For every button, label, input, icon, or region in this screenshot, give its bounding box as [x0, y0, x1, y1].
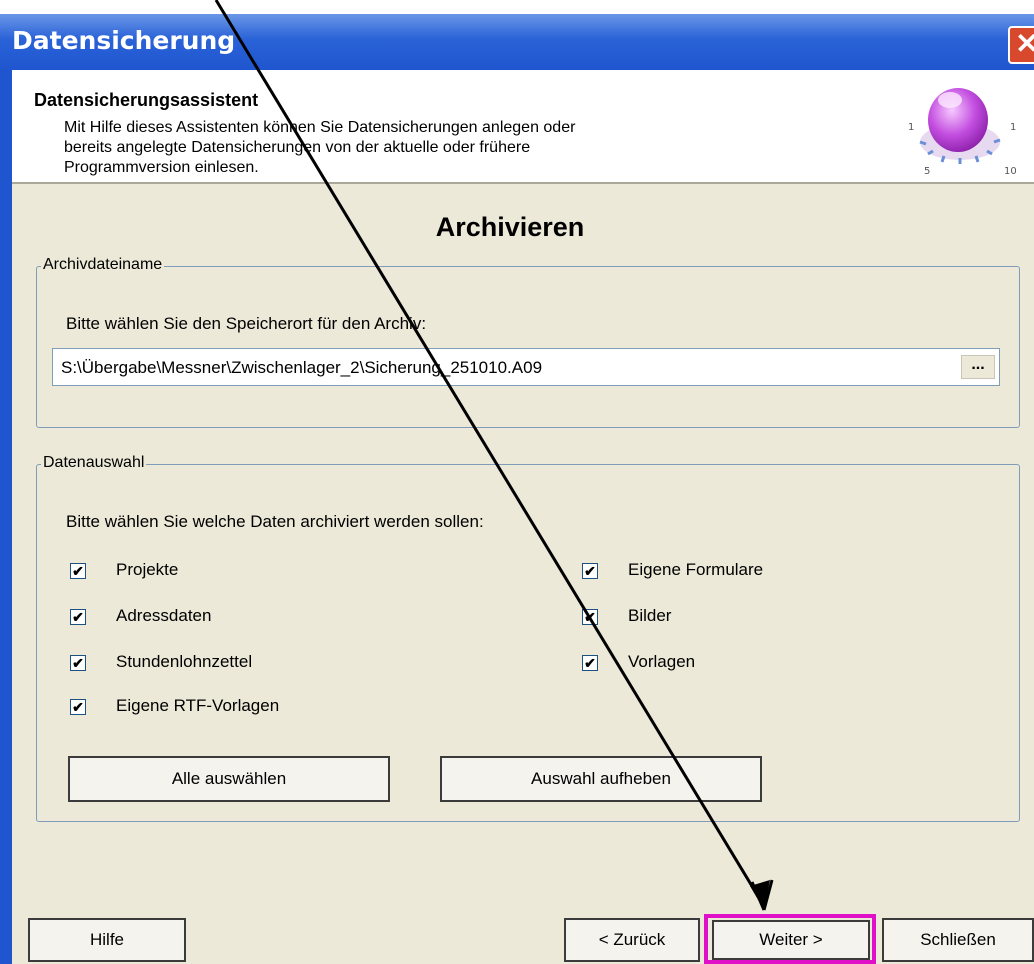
checkbox-label: Eigene RTF-Vorlagen	[116, 696, 280, 715]
close-window-button[interactable]: ✕	[1008, 26, 1034, 64]
wizard-title: Datensicherungsassistent	[34, 90, 259, 110]
dial-label: 5	[924, 166, 930, 177]
next-button-highlight	[704, 914, 876, 964]
checkbox-label: Adressdaten	[116, 606, 212, 625]
dial-label: 1	[1010, 122, 1016, 133]
data-selection-prompt: Bitte wählen Sie welche Daten archiviert…	[66, 512, 484, 531]
archive-group-label: Archivdateiname	[41, 256, 165, 274]
window-left-border	[0, 70, 12, 964]
help-button[interactable]: Hilfe	[28, 918, 186, 962]
checkbox-box[interactable]: ✔	[70, 563, 86, 579]
archive-filename-group: Archivdateiname	[36, 256, 1020, 428]
checkbox-label: Eigene Formulare	[628, 560, 764, 579]
dialog-window: Datensicherung ✕ Datensicherungsassisten…	[0, 0, 1034, 964]
select-all-button[interactable]: Alle auswählen	[68, 756, 390, 802]
back-button[interactable]: < Zurück	[564, 918, 700, 962]
close-button[interactable]: Schließen	[882, 918, 1034, 962]
archive-path-value: S:\Übergabe\Messner\Zwischenlager_2\Sich…	[61, 358, 543, 377]
checkbox-label: Projekte	[116, 560, 179, 579]
checkbox-box[interactable]: ✔	[70, 609, 86, 625]
window-title: Datensicherung	[12, 26, 236, 55]
checkbox-box[interactable]: ✔	[70, 699, 86, 715]
dial-label: 10	[1004, 166, 1017, 177]
knob-dial-icon: 1 1 5 10	[908, 88, 1017, 177]
data-group-label: Datenauswahl	[41, 454, 147, 472]
checkbox-box[interactable]: ✔	[70, 655, 86, 671]
archive-path-field[interactable]: S:\Übergabe\Messner\Zwischenlager_2\Sich…	[52, 348, 1000, 386]
wizard-description-line: Mit Hilfe dieses Assistenten können Sie …	[64, 119, 576, 136]
checkbox-label: Vorlagen	[628, 652, 696, 671]
checkbox-box[interactable]: ✔	[582, 655, 598, 671]
dial-label: 1	[908, 122, 914, 133]
page-title: Archivieren	[435, 212, 585, 242]
wizard-description-line: bereits angelegte Datensicherungen von d…	[64, 139, 531, 156]
checkbox-box[interactable]: ✔	[582, 563, 598, 579]
checkbox-box[interactable]: ✔	[582, 609, 598, 625]
browse-button[interactable]: ...	[961, 355, 995, 379]
wizard-description: Mit Hilfe dieses Assistenten können Sie …	[64, 118, 804, 178]
checkbox-label: Stundenlohnzettel	[116, 652, 253, 671]
checkbox-label: Bilder	[628, 606, 672, 625]
archive-location-prompt: Bitte wählen Sie den Speicherort für den…	[66, 314, 427, 333]
deselect-all-button[interactable]: Auswahl aufheben	[440, 756, 762, 802]
wizard-description-line: Programmversion einlesen.	[64, 159, 259, 176]
